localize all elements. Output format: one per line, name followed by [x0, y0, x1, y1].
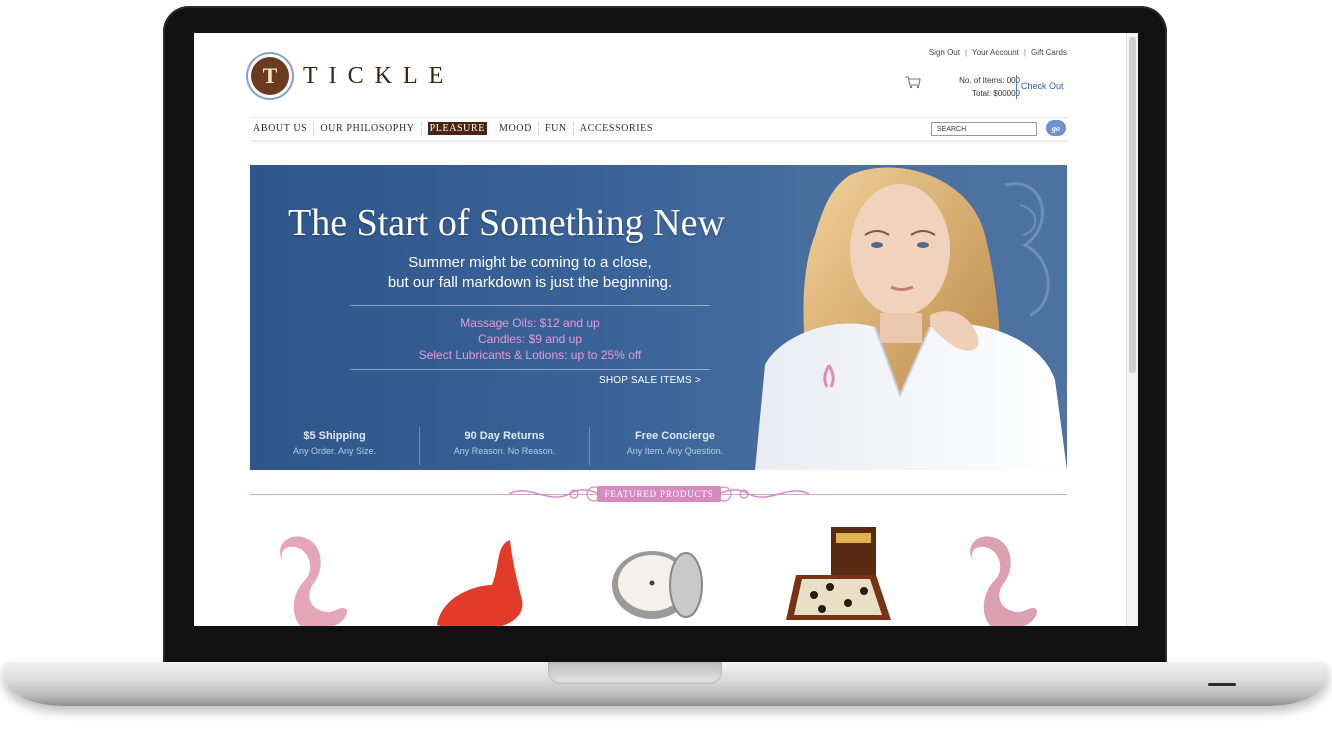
nav-item-mood[interactable]: MOOD	[493, 122, 539, 135]
product-red-wave[interactable]	[422, 525, 552, 626]
sign-out-link[interactable]: Sign Out	[929, 48, 960, 57]
logo-mark-icon: T	[251, 57, 289, 95]
cart-item-count: No. of Items: 000	[959, 76, 1020, 85]
page-scrollbar[interactable]	[1126, 33, 1138, 626]
laptop-notch	[548, 662, 722, 684]
perk-subtitle: Any Item. Any Question.	[626, 446, 724, 456]
product-pink-swirl[interactable]	[250, 525, 380, 626]
perks-bar: $5 Shipping Any Order. Any Size. 90 Day …	[250, 427, 760, 465]
cart-summary: No. of Items: 000 Total: $00000 Check Ou…	[904, 71, 1074, 101]
hero-divider	[350, 369, 710, 370]
hero-subtitle: Summer might be coming to a close, but o…	[350, 253, 710, 293]
hero-title: The Start of Something New	[288, 202, 725, 244]
link-separator: |	[964, 48, 968, 57]
perk-title: Free Concierge	[634, 430, 716, 442]
nav-item-fun[interactable]: FUN	[539, 122, 574, 135]
cart-icon[interactable]	[904, 75, 922, 89]
perk-shipping: $5 Shipping Any Order. Any Size.	[250, 427, 420, 465]
product-board-game[interactable]	[766, 525, 896, 626]
hero-model-image	[755, 165, 1067, 470]
offer-line: Select Lubricants & Lotions: up to 25% o…	[418, 348, 642, 362]
featured-products-label: FEATURED PRODUCTS	[596, 486, 722, 502]
offer-line: Massage Oils: $12 and up	[460, 316, 600, 330]
hero-subtitle-line: but our fall markdown is just the beginn…	[387, 274, 673, 291]
search-input[interactable]	[931, 122, 1037, 136]
link-separator: |	[1023, 48, 1026, 57]
perk-title: $5 Shipping	[303, 430, 366, 442]
hero-banner[interactable]: The Start of Something New Summer might …	[250, 165, 1067, 470]
perk-subtitle: Any Reason. No Reason.	[453, 446, 556, 456]
hero-offers: Massage Oils: $12 and up Candles: $9 and…	[350, 315, 710, 363]
product-tin-candle[interactable]	[594, 525, 724, 626]
account-links: Sign Out | Your Account | Gift Cards	[929, 48, 1067, 57]
hero-subtitle-line: Summer might be coming to a close,	[408, 254, 652, 271]
featured-products-row	[250, 525, 1067, 626]
featured-products-header: FEATURED PRODUCTS	[504, 481, 814, 507]
nav-item-pleasure[interactable]: PLEASURE	[427, 122, 487, 135]
perk-returns: 90 Day Returns Any Reason. No Reason.	[420, 427, 590, 465]
nav-item-about-us[interactable]: ABOUT US	[253, 122, 315, 135]
main-nav: ABOUT US OUR PHILOSOPHY PLEASURE MOOD FU…	[250, 117, 1068, 141]
perk-subtitle: Any Order. Any Size.	[292, 446, 377, 456]
laptop-indicator-light	[1208, 683, 1236, 686]
product-pink-swirl[interactable]	[940, 525, 1070, 626]
scrollbar-thumb[interactable]	[1129, 37, 1136, 373]
nav-item-our-philosophy[interactable]: OUR PHILOSOPHY	[314, 122, 422, 135]
cart-total: Total: $00000	[971, 89, 1020, 98]
perk-title: 90 Day Returns	[464, 430, 545, 442]
gift-cards-link[interactable]: Gift Cards	[1031, 48, 1067, 57]
nav-item-accessories[interactable]: ACCESSORIES	[574, 122, 659, 135]
your-account-link[interactable]: Your Account	[972, 48, 1019, 57]
search-go-button[interactable]: go	[1046, 120, 1066, 136]
offer-line: Candles: $9 and up	[477, 332, 583, 346]
checkout-link[interactable]: Check Out	[1021, 81, 1064, 91]
site-logo[interactable]: T TICKLE	[251, 57, 454, 95]
hero-divider	[350, 305, 710, 306]
perk-concierge: Free Concierge Any Item. Any Question.	[590, 427, 760, 465]
screen: T TICKLE Sign Out | Your Account | Gift …	[194, 33, 1138, 626]
shop-sale-items-link[interactable]: SHOP SALE ITEMS >	[599, 375, 701, 386]
brand-name: TICKLE	[303, 62, 455, 89]
cart-divider	[1016, 75, 1017, 99]
